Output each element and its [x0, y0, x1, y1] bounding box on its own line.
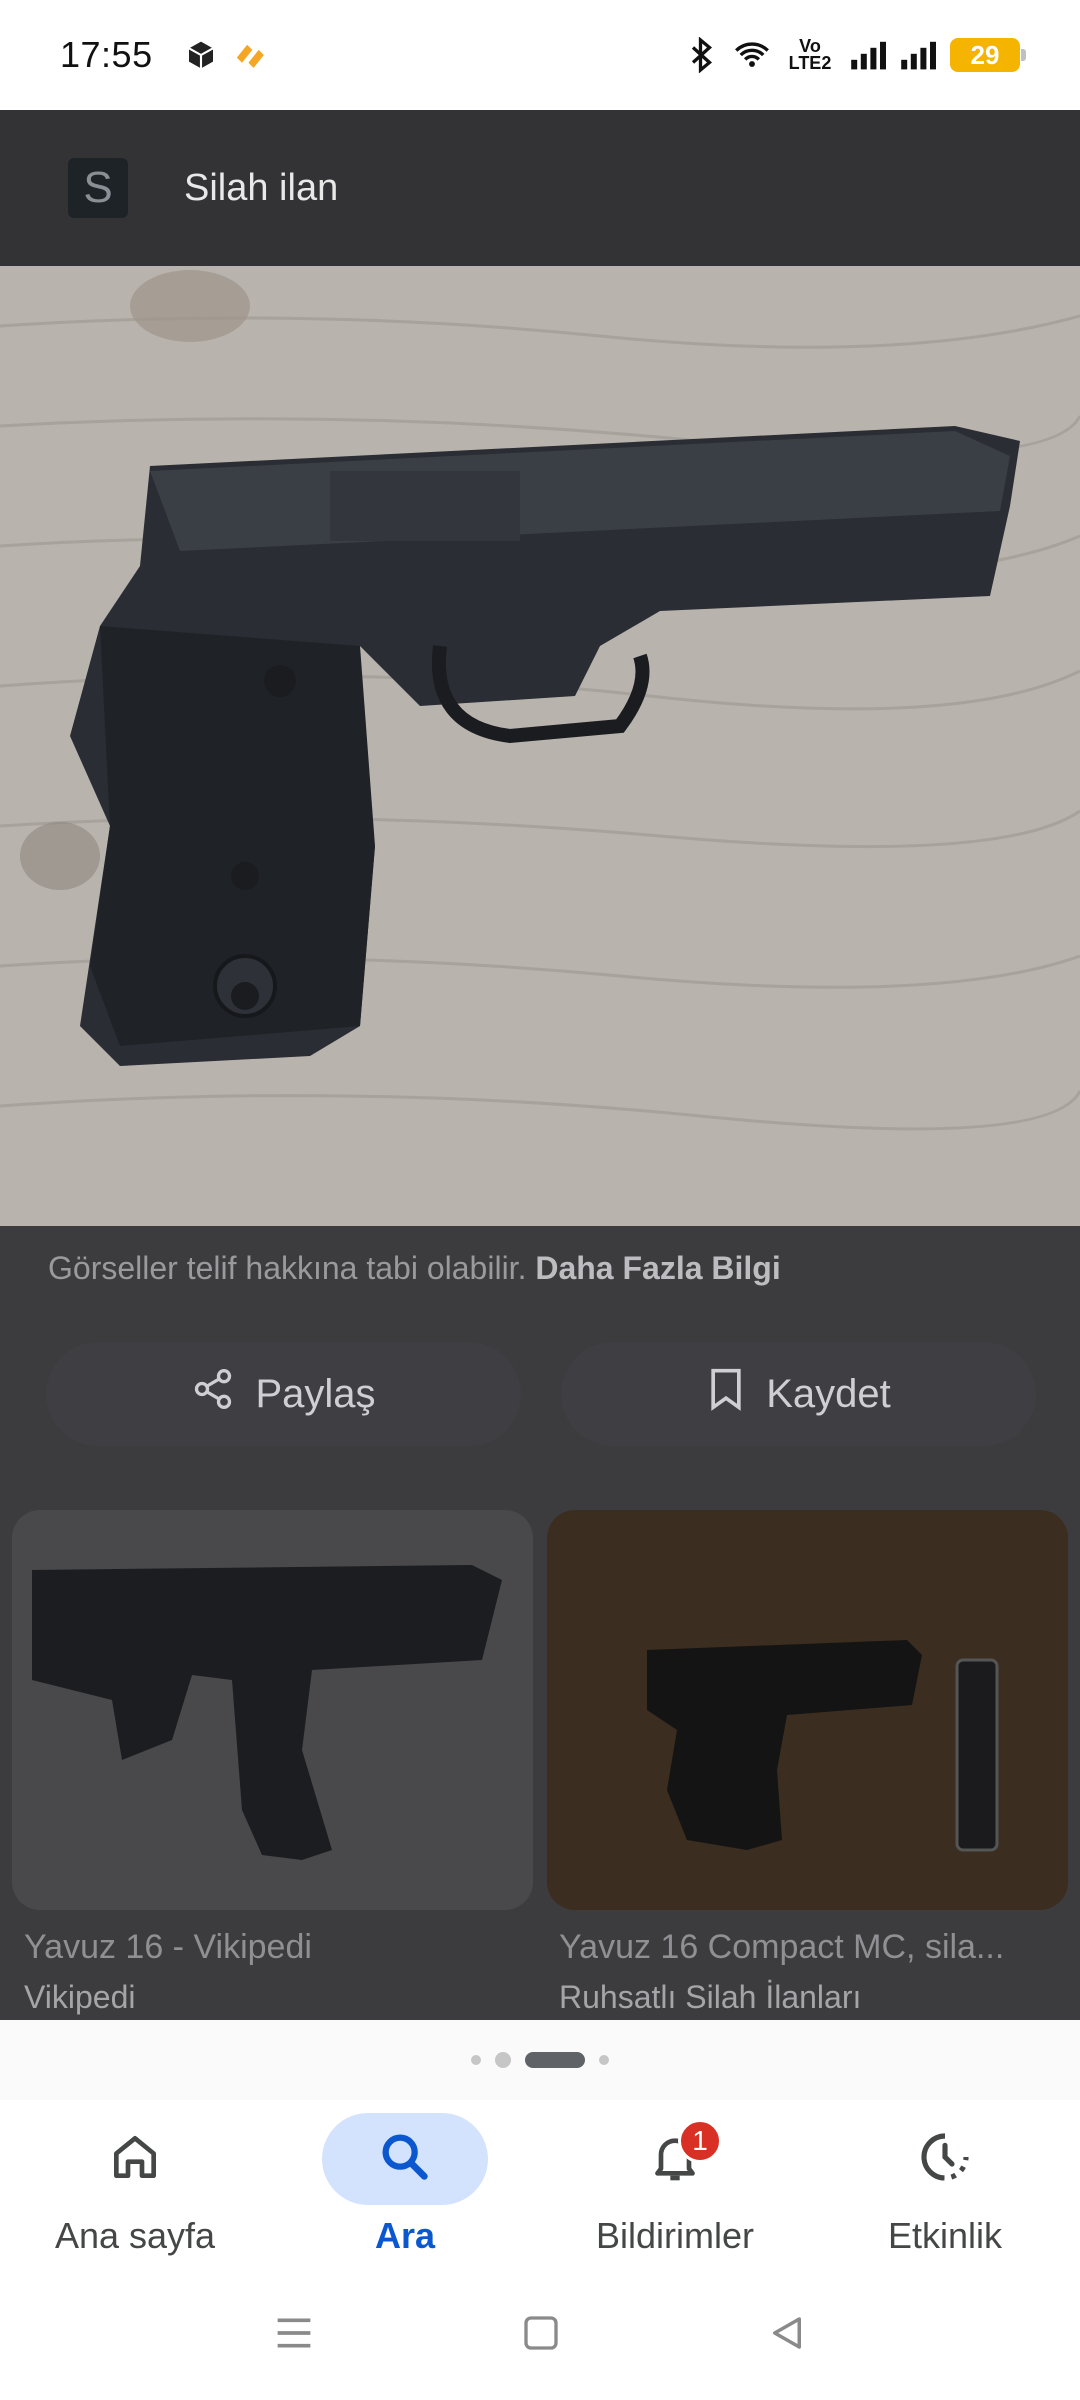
pager-dot — [471, 2055, 481, 2065]
back-icon[interactable] — [766, 2312, 808, 2359]
bluetooth-icon — [684, 37, 720, 73]
signal-icon-2 — [900, 37, 936, 73]
save-button[interactable]: Kaydet — [561, 1342, 1036, 1446]
page-header: S Silah ilan — [0, 110, 1080, 266]
share-button[interactable]: Paylaş — [46, 1342, 521, 1446]
related-card[interactable]: Yavuz 16 - Vikipedi Vikipedi — [12, 1510, 533, 2016]
related-title[interactable]: Yavuz 16 Compact MC, sila... — [559, 1928, 1068, 1967]
orange-app-icon — [233, 37, 269, 73]
site-favicon[interactable]: S — [68, 158, 128, 218]
activity-icon — [917, 2129, 973, 2190]
menu-icon[interactable] — [272, 2313, 316, 2358]
nav-home-label: Ana sayfa — [54, 2215, 216, 2256]
volte-indicator: Vo LTE2 — [788, 36, 832, 73]
pager-dot — [495, 2052, 511, 2068]
related-source: Vikipedi — [24, 1979, 136, 2015]
nav-search[interactable]: Ara — [270, 2100, 540, 2270]
main-image[interactable] — [0, 266, 1080, 1226]
nav-search-label: Ara — [374, 2215, 436, 2256]
nav-notifications[interactable]: 1 Bildirimler — [540, 2100, 810, 2270]
nav-home[interactable]: Ana sayfa — [0, 2100, 270, 2270]
signal-icon-1 — [850, 37, 886, 73]
copyright-notice: Görseller telif hakkına tabi olabilir. D… — [48, 1250, 781, 1287]
notification-badge: 1 — [678, 2119, 722, 2163]
battery-indicator: 29 — [950, 38, 1026, 72]
system-navigation — [0, 2270, 1080, 2400]
share-icon — [191, 1367, 235, 1421]
pager-dot — [599, 2055, 609, 2065]
related-image-1[interactable] — [12, 1510, 533, 1910]
wifi-icon — [734, 37, 770, 73]
pistol-photo — [0, 266, 1080, 1226]
related-images: Yavuz 16 - Vikipedi Vikipedi Yavuz 16 Co… — [12, 1510, 1068, 2016]
pager-dot-active — [525, 2052, 585, 2068]
share-label: Paylaş — [255, 1371, 376, 1416]
learn-more-link[interactable]: Daha Fazla Bilgi — [535, 1250, 780, 1286]
status-time: 17:55 — [60, 34, 153, 75]
nav-activity[interactable]: Etkinlik — [810, 2100, 1080, 2270]
home-icon — [107, 2129, 163, 2190]
related-card[interactable]: Yavuz 16 Compact MC, sila... Ruhsatlı Si… — [547, 1510, 1068, 2016]
copyright-text: Görseller telif hakkına tabi olabilir. — [48, 1250, 527, 1286]
action-row: Paylaş Kaydet — [46, 1342, 1036, 1446]
page-title[interactable]: Silah ilan — [184, 167, 338, 210]
nav-notifications-label: Bildirimler — [595, 2215, 754, 2256]
related-image-2[interactable] — [547, 1510, 1068, 1910]
search-icon — [376, 2128, 434, 2191]
related-title[interactable]: Yavuz 16 - Vikipedi — [24, 1928, 533, 1967]
bookmark-icon — [706, 1367, 746, 1421]
save-label: Kaydet — [766, 1371, 891, 1416]
nav-activity-label: Etkinlik — [887, 2215, 1003, 2256]
image-viewer-page: S Silah ilan Görseller telif hakkına tab… — [0, 110, 1080, 2020]
box-app-icon — [183, 37, 219, 73]
status-bar: 17:55 Vo LTE2 29 — [0, 0, 1080, 110]
bottom-navigation: Ana sayfa Ara 1 Bildirimler Etkinlik — [0, 2100, 1080, 2270]
related-source: Ruhsatlı Silah İlanları — [559, 1979, 862, 2015]
home-square-icon[interactable] — [521, 2313, 561, 2358]
page-indicator — [0, 2020, 1080, 2100]
